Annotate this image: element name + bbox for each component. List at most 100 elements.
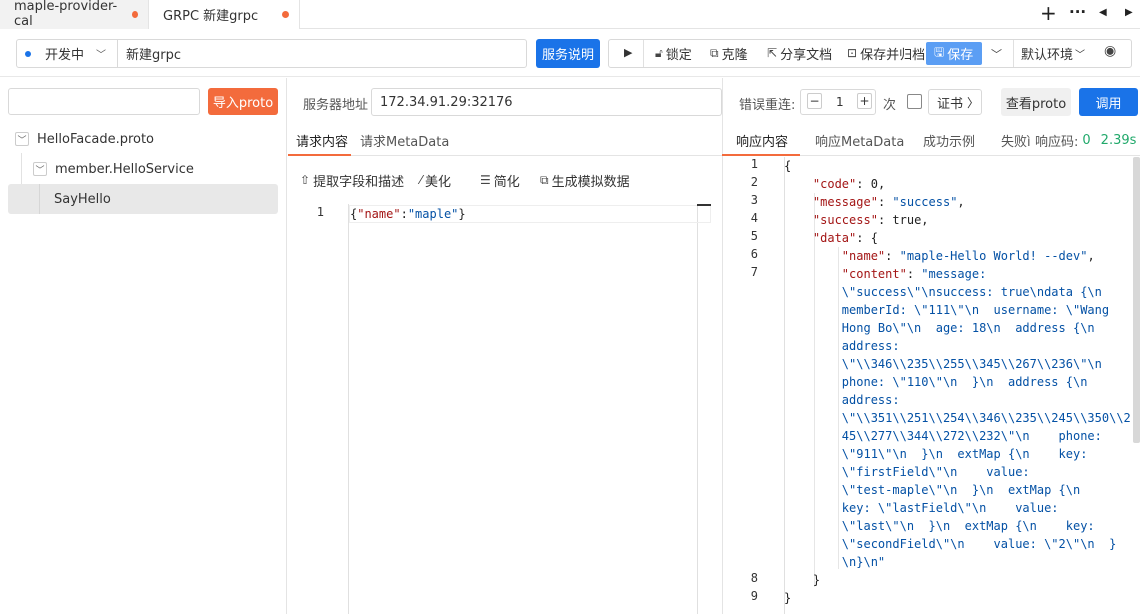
code-line: address: <box>841 339 900 353</box>
editor-edge <box>697 204 698 614</box>
mock-data-button[interactable]: ⧉ 生成模拟数据 <box>540 167 630 193</box>
line-number: 2 <box>750 175 758 189</box>
code-line: "success": true, <box>812 213 929 227</box>
env-status-select[interactable]: 开发中 ﹀ <box>17 40 118 67</box>
code-line: "message": "success", <box>812 195 965 209</box>
save-button[interactable]: 🖫︎ 保存 <box>926 42 982 65</box>
arrow-right-icon[interactable]: ▶ <box>1125 7 1133 18</box>
lock-label: 锁定 <box>665 47 692 63</box>
chevron-down-icon[interactable]: ﹀ <box>33 162 47 176</box>
tab-failure-example[interactable]: 失败ì <box>1001 126 1034 154</box>
tab-request-content[interactable]: 请求内容 <box>296 126 348 154</box>
tab-response-metadata[interactable]: 响应MetaData <box>815 126 904 154</box>
line-number: 4 <box>750 211 758 225</box>
tab-grpc-new[interactable]: GRPC 新建grpc <box>149 0 300 29</box>
list-icon: ☰ <box>480 173 491 187</box>
request-name-box: 开发中 ﹀ 新建grpc <box>16 39 527 68</box>
lock-button[interactable]: 🔓︎ 锁定 <box>655 40 692 66</box>
code-line: memberId: \"111\"\n username: \"Wang <box>841 303 1110 317</box>
env-label: 默认环境 <box>1021 47 1074 63</box>
share-label: 分享文档 <box>780 47 833 63</box>
code-line: \"secondField\"\n value: \"2\"\n } <box>841 537 1117 551</box>
chevron-down-icon: ﹀ <box>1075 49 1086 61</box>
response-status: 响应码: 0 2.39s <box>1035 126 1137 154</box>
code-line: key: \"lastField\"\n value: <box>841 501 1059 515</box>
proto-sidebar: 导入proto ﹀ HelloFacade.proto ﹀ member.Hel… <box>0 78 287 614</box>
save-dropdown-icon[interactable]: ﹀ <box>991 46 1002 62</box>
plus-icon[interactable]: + <box>1040 1 1057 25</box>
tree-item-helloservice[interactable]: ﹀ member.HelloService <box>33 155 194 183</box>
save-archive-button[interactable]: ⊡ 保存并归档 <box>847 40 925 66</box>
clone-button[interactable]: ⧉ 克隆 <box>710 40 748 66</box>
service-doc-button[interactable]: 服务说明 <box>536 39 600 68</box>
code-line: "name": "maple-Hello World! --dev", <box>841 249 1095 263</box>
archive-icon: ⊡ <box>847 46 858 60</box>
simplify-button[interactable]: ☰ 简化 <box>480 167 520 193</box>
tab-request-metadata[interactable]: 请求MetaData <box>360 126 449 154</box>
run-icon[interactable]: ▶ <box>624 46 632 59</box>
chevron-down-icon[interactable]: ﹀ <box>15 132 29 146</box>
response-code-label: 响应码: <box>1035 134 1079 150</box>
beautify-button[interactable]: ⁄ 美化 <box>420 167 451 193</box>
chevron-down-icon: ﹀ <box>96 50 107 61</box>
code-line: "data": { <box>812 231 878 245</box>
gutter-divider <box>348 204 349 614</box>
magic-wand-icon: ⁄ <box>420 173 423 187</box>
active-tab-indicator <box>722 154 800 156</box>
extract-fields-button[interactable]: ⇧ 提取字段和描述 <box>300 167 404 193</box>
tree-item-label: member.HelloService <box>55 161 194 177</box>
proto-search-input[interactable] <box>8 88 200 115</box>
tab-label: maple-provider-cal <box>14 0 118 29</box>
more-icon[interactable]: ··· <box>1069 3 1086 21</box>
status-dot <box>25 50 31 57</box>
tab-maple-provider[interactable]: maple-provider-cal <box>0 0 149 29</box>
line-number: 1 <box>316 205 324 219</box>
code-line: "content": "message: <box>841 267 987 281</box>
code-line: \"firstField\"\n value: <box>841 465 1030 479</box>
action-label: 美化 <box>425 174 452 190</box>
response-code-value: 0 <box>1082 132 1091 148</box>
share-doc-button[interactable]: ⇱ 分享文档 <box>767 40 832 66</box>
request-body-editor[interactable]: {"name":"maple"} <box>350 205 466 223</box>
code-line: } <box>784 591 792 605</box>
request-toolbar: 开发中 ﹀ 新建grpc 服务说明 ▶ 🔓︎ 锁定 ⧉ 克隆 ⇱ 分享文档 ⊡ 保存并归… <box>0 30 1140 77</box>
line-number: 6 <box>750 247 758 261</box>
tree-item-sayhello[interactable] <box>8 184 278 214</box>
action-label: 生成模拟数据 <box>551 174 630 190</box>
share-icon: ⇱ <box>767 46 778 60</box>
modified-dot <box>131 10 138 18</box>
tab-label: GRPC 新建grpc <box>163 8 259 24</box>
copy-icon: ⧉ <box>710 45 719 60</box>
tab-response-content[interactable]: 响应内容 <box>736 126 788 154</box>
save-icon: 🖫︎ <box>934 45 945 59</box>
eye-icon[interactable]: ◉ <box>1104 43 1116 59</box>
line-number: 8 <box>750 571 758 585</box>
line-number: 5 <box>750 229 758 243</box>
request-name-input[interactable]: 新建grpc <box>118 44 181 63</box>
code-line: \"\\351\\251\\254\\346\\235\\245\\350\\2 <box>841 411 1131 425</box>
copy-icon: ⧉ <box>540 172 549 187</box>
server-address-input[interactable]: 172.34.91.29:32176 <box>371 88 722 116</box>
response-scrollbar[interactable] <box>1133 157 1140 443</box>
tree-item-label: SayHello <box>54 191 111 207</box>
action-label: 简化 <box>493 174 520 190</box>
import-proto-button[interactable]: 导入proto <box>208 88 278 115</box>
code-line: address: <box>841 393 900 407</box>
tab-success-example[interactable]: 成功示例 <box>923 126 975 154</box>
response-body-viewer: { "code": 0, "message": "success", "succ… <box>784 157 1131 607</box>
env-select[interactable]: 默认环境 ﹀ <box>1021 40 1085 66</box>
env-status-label: 开发中 <box>45 48 85 63</box>
upload-icon: ⇧ <box>300 173 311 187</box>
code-line: \"\\346\\235\\255\\345\\267\\236\"\n <box>841 357 1102 371</box>
modified-dot <box>282 10 289 18</box>
code-line: phone: \"110\"\n }\n address {\n <box>841 375 1088 389</box>
tab-bar: maple-provider-cal GRPC 新建grpc + ··· ◀ ▶ <box>0 0 1140 29</box>
code-line: \"911\"\n }\n extMap {\n key: <box>841 447 1088 461</box>
code-line: \"last\"\n }\n extMap {\n key: <box>841 519 1095 533</box>
active-tab-indicator <box>288 154 351 156</box>
tree-item-hellofacade[interactable]: ﹀ HelloFacade.proto <box>15 125 154 153</box>
save-archive-label: 保存并归档 <box>860 47 926 63</box>
response-gutter <box>722 157 770 614</box>
arrow-left-icon[interactable]: ◀ <box>1099 7 1107 18</box>
tree-item-label: HelloFacade.proto <box>37 131 155 147</box>
